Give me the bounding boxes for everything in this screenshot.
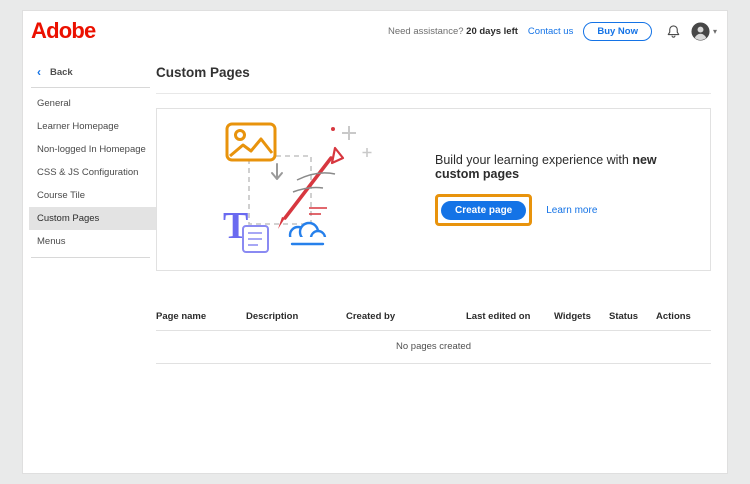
pages-table-header-row: Page name Description Created by Last ed… xyxy=(156,304,711,331)
column-header-last-edited-on: Last edited on xyxy=(466,311,531,322)
column-header-status: Status xyxy=(609,311,639,322)
header-right-cluster: Need assistance? 20 days left Contact us… xyxy=(388,21,717,41)
learn-more-link[interactable]: Learn more xyxy=(546,205,597,216)
empty-state-text: No pages created xyxy=(156,331,711,364)
page-title: Custom Pages xyxy=(156,65,250,80)
sidebar-item-menus[interactable]: Menus xyxy=(29,230,156,253)
notification-bell-icon[interactable] xyxy=(666,24,681,39)
column-header-page-name: Page name xyxy=(156,311,207,322)
hero-actions: Create page Learn more xyxy=(435,194,700,226)
sidebar-item-learner-homepage[interactable]: Learner Homepage xyxy=(29,115,156,138)
assistance-text: Need assistance? 20 days left xyxy=(388,26,518,37)
back-button[interactable]: ‹ Back xyxy=(29,59,156,87)
sidebar-item-general[interactable]: General xyxy=(29,92,156,115)
days-left-text: 20 days left xyxy=(466,25,518,37)
create-page-hero: T Build your learning experience with ne… xyxy=(156,108,711,271)
sidebar-item-non-logged-in-homepage[interactable]: Non-logged In Homepage xyxy=(29,138,156,161)
sidebar-item-custom-pages[interactable]: Custom Pages xyxy=(29,207,156,230)
sidebar-divider-top xyxy=(31,87,150,88)
settings-sidebar: ‹ Back General Learner Homepage Non-logg… xyxy=(23,51,156,473)
top-header: Adobe Need assistance? 20 days left Cont… xyxy=(23,11,727,51)
assistance-prefix: Need assistance? xyxy=(388,25,467,37)
chevron-down-icon: ▾ xyxy=(712,26,717,36)
buy-now-button[interactable]: Buy Now xyxy=(583,21,652,41)
column-header-description: Description xyxy=(246,311,299,322)
adobe-logo: Adobe xyxy=(31,18,96,43)
sidebar-item-course-tile[interactable]: Course Tile xyxy=(29,184,156,207)
main-content: Custom Pages T Build your learning exper… xyxy=(156,51,727,473)
column-header-widgets: Widgets xyxy=(554,311,591,322)
sidebar-item-css-js-configuration[interactable]: CSS & JS Configuration xyxy=(29,161,156,184)
column-header-actions: Actions xyxy=(656,311,691,322)
title-divider xyxy=(156,93,711,94)
pages-table: Page name Description Created by Last ed… xyxy=(156,304,711,364)
contact-us-link[interactable]: Contact us xyxy=(528,26,573,37)
account-menu[interactable]: ▾ xyxy=(691,21,717,41)
custom-pages-illustration: T xyxy=(197,118,397,261)
chevron-left-icon: ‹ xyxy=(37,65,41,79)
sidebar-divider-bottom xyxy=(31,257,150,258)
create-page-button[interactable]: Create page xyxy=(441,201,527,220)
column-header-created-by: Created by xyxy=(346,311,396,322)
app-window: Adobe Need assistance? 20 days left Cont… xyxy=(22,10,728,474)
hero-message-prefix: Build your learning experience with xyxy=(435,153,633,167)
back-label: Back xyxy=(50,66,73,78)
user-avatar xyxy=(691,21,710,41)
annotation-highlight-box: Create page xyxy=(435,194,533,226)
hero-message: Build your learning experience with new … xyxy=(435,153,700,181)
